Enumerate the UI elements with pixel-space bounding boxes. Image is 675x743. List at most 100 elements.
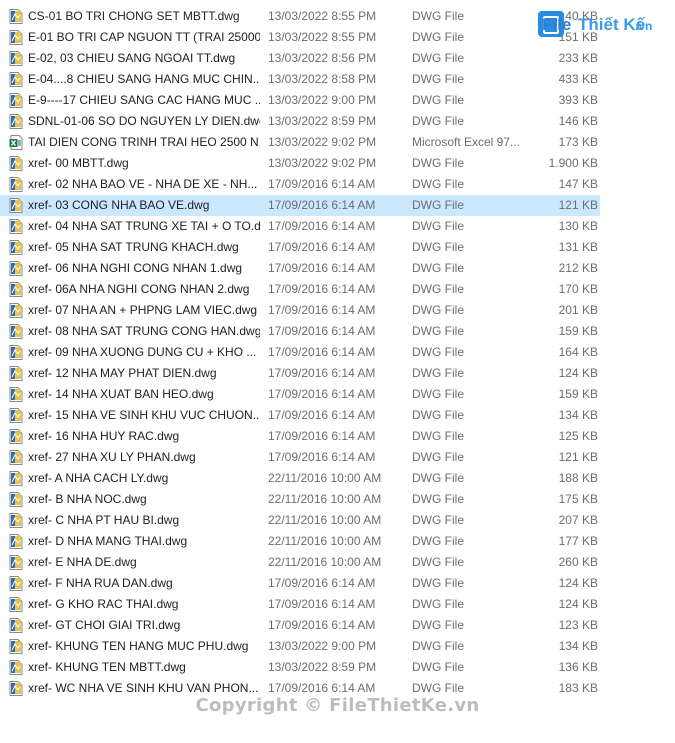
file-name: xref- B NHA NOC.dwg bbox=[28, 492, 147, 506]
file-size: 393 KB bbox=[558, 93, 598, 107]
dwg-file-icon bbox=[9, 660, 23, 675]
file-type: DWG File bbox=[412, 51, 464, 65]
file-size: 134 KB bbox=[558, 408, 598, 422]
file-size: 124 KB bbox=[558, 366, 598, 380]
dwg-file-icon bbox=[9, 429, 23, 444]
file-row[interactable]: xref- G KHO RAC THAI.dwg 17/09/2016 6:14 … bbox=[0, 594, 600, 615]
dwg-file-icon bbox=[9, 93, 23, 108]
file-name: xref- 04 NHA SAT TRUNG XE TAI + O TO.d..… bbox=[28, 219, 260, 233]
file-row[interactable]: xref- 04 NHA SAT TRUNG XE TAI + O TO.d..… bbox=[0, 216, 600, 237]
file-row[interactable]: xref- 08 NHA SAT TRUNG CONG HAN.dwg 17/09… bbox=[0, 321, 600, 342]
file-name: xref- C NHA PT HAU BI.dwg bbox=[28, 513, 180, 527]
file-row[interactable]: xref- 15 NHA VE SINH KHU VUC CHUON... 17/… bbox=[0, 405, 600, 426]
file-date-modified: 17/09/2016 6:14 AM bbox=[268, 597, 376, 611]
dwg-file-icon bbox=[9, 261, 23, 276]
file-size: 124 KB bbox=[558, 576, 598, 590]
dwg-file-icon bbox=[9, 492, 23, 507]
file-row[interactable]: SDNL-01-06 SO DO NGUYEN LY DIEN.dwg 13/03… bbox=[0, 111, 600, 132]
file-row[interactable]: xref- E NHA DE.dwg 22/11/2016 10:00 AM DWG… bbox=[0, 552, 600, 573]
file-row[interactable]: E-01 BO TRI CAP NGUON TT (TRAI 25000)...… bbox=[0, 27, 600, 48]
file-name: xref- 08 NHA SAT TRUNG CONG HAN.dwg bbox=[28, 324, 260, 338]
file-row[interactable]: xref- 05 NHA SAT TRUNG KHACH.dwg 17/09/20… bbox=[0, 237, 600, 258]
file-row[interactable]: xref- 27 NHA XU LY PHAN.dwg 17/09/2016 6:… bbox=[0, 447, 600, 468]
file-name: xref- F NHA RUA DAN.dwg bbox=[28, 576, 173, 590]
file-date-modified: 13/03/2022 9:02 PM bbox=[268, 156, 377, 170]
file-size: 233 KB bbox=[558, 51, 598, 65]
file-row[interactable]: xref- 14 NHA XUAT BAN HEO.dwg 17/09/2016 … bbox=[0, 384, 600, 405]
file-type: DWG File bbox=[412, 471, 464, 485]
file-row[interactable]: xref- KHUNG TEN MBTT.dwg 13/03/2022 8:59 … bbox=[0, 657, 600, 678]
file-row[interactable]: xref- B NHA NOC.dwg 22/11/2016 10:00 AM DW… bbox=[0, 489, 600, 510]
file-row[interactable]: xref- D NHA MANG THAI.dwg 22/11/2016 10:0… bbox=[0, 531, 600, 552]
file-row[interactable]: xref- GT CHOI GIAI TRI.dwg 17/09/2016 6:1… bbox=[0, 615, 600, 636]
file-row[interactable]: xref- 03 CONG NHA BAO VE.dwg 17/09/2016 6… bbox=[0, 195, 600, 216]
dwg-file-icon bbox=[9, 450, 23, 465]
dwg-file-icon bbox=[9, 366, 23, 381]
dwg-file-icon bbox=[9, 408, 23, 423]
file-row[interactable]: xref- F NHA RUA DAN.dwg 17/09/2016 6:14 A… bbox=[0, 573, 600, 594]
file-name: E-04....8 CHIEU SANG HANG MUC CHIN... bbox=[28, 72, 260, 86]
file-type: DWG File bbox=[412, 93, 464, 107]
file-list[interactable]: CS-01 BO TRI CHONG SET MBTT.dwg 13/03/202… bbox=[0, 6, 600, 699]
file-row[interactable]: xref- 06 NHA NGHI CONG NHAN 1.dwg 17/09/2… bbox=[0, 258, 600, 279]
file-row[interactable]: E-04....8 CHIEU SANG HANG MUC CHIN... 13/… bbox=[0, 69, 600, 90]
file-type: DWG File bbox=[412, 639, 464, 653]
dwg-file-icon bbox=[9, 639, 23, 654]
file-date-modified: 13/03/2022 9:00 PM bbox=[268, 639, 377, 653]
file-row[interactable]: xref- 16 NHA HUY RAC.dwg 17/09/2016 6:14 … bbox=[0, 426, 600, 447]
file-name: xref- 06A NHA NGHI CONG NHAN 2.dwg bbox=[28, 282, 250, 296]
file-name: xref- 07 NHA AN + PHPNG LAM VIEC.dwg bbox=[28, 303, 258, 317]
file-name: xref- G KHO RAC THAI.dwg bbox=[28, 597, 179, 611]
file-date-modified: 17/09/2016 6:14 AM bbox=[268, 429, 376, 443]
file-row[interactable]: xref- 07 NHA AN + PHPNG LAM VIEC.dwg 17/0… bbox=[0, 300, 600, 321]
file-type: DWG File bbox=[412, 198, 464, 212]
file-size: 201 KB bbox=[558, 303, 598, 317]
file-name: SDNL-01-06 SO DO NGUYEN LY DIEN.dwg bbox=[28, 114, 260, 128]
dwg-file-icon bbox=[9, 324, 23, 339]
file-row[interactable]: TAI DIEN CONG TRINH TRAI HEO 2500 N... 13… bbox=[0, 132, 600, 153]
file-date-modified: 22/11/2016 10:00 AM bbox=[268, 492, 382, 506]
file-type: DWG File bbox=[412, 576, 464, 590]
file-row[interactable]: E-02, 03 CHIEU SANG NGOAI TT.dwg 13/03/20… bbox=[0, 48, 600, 69]
file-date-modified: 17/09/2016 6:14 AM bbox=[268, 387, 376, 401]
file-size: 146 KB bbox=[558, 114, 598, 128]
file-date-modified: 17/09/2016 6:14 AM bbox=[268, 450, 376, 464]
dwg-file-icon bbox=[9, 240, 23, 255]
logo-file-text: File bbox=[542, 15, 572, 34]
file-row[interactable]: xref- C NHA PT HAU BI.dwg 22/11/2016 10:0… bbox=[0, 510, 600, 531]
file-date-modified: 13/03/2022 8:59 PM bbox=[268, 660, 377, 674]
file-type: DWG File bbox=[412, 261, 464, 275]
file-row[interactable]: CS-01 BO TRI CHONG SET MBTT.dwg 13/03/202… bbox=[0, 6, 600, 27]
file-size: 164 KB bbox=[558, 345, 598, 359]
file-row[interactable]: xref- 06A NHA NGHI CONG NHAN 2.dwg 17/09/… bbox=[0, 279, 600, 300]
file-type: DWG File bbox=[412, 9, 464, 23]
file-row[interactable]: xref- 09 NHA XUONG DUNG CU + KHO ... 17/0… bbox=[0, 342, 600, 363]
file-size: 177 KB bbox=[558, 534, 598, 548]
file-row[interactable]: xref- 12 NHA MAY PHAT DIEN.dwg 17/09/2016… bbox=[0, 363, 600, 384]
file-date-modified: 17/09/2016 6:14 AM bbox=[268, 618, 376, 632]
file-size: 136 KB bbox=[558, 660, 598, 674]
file-size: 121 KB bbox=[558, 450, 598, 464]
file-size: 207 KB bbox=[558, 513, 598, 527]
file-row[interactable]: xref- A NHA CACH LY.dwg 22/11/2016 10:00 … bbox=[0, 468, 600, 489]
dwg-file-icon bbox=[9, 345, 23, 360]
dwg-file-icon bbox=[9, 471, 23, 486]
dwg-file-icon bbox=[9, 597, 23, 612]
file-date-modified: 13/03/2022 9:02 PM bbox=[268, 135, 377, 149]
file-name: E-01 BO TRI CAP NGUON TT (TRAI 25000)...… bbox=[28, 30, 260, 44]
file-size: 124 KB bbox=[558, 597, 598, 611]
dwg-file-icon bbox=[9, 9, 23, 24]
file-row[interactable]: xref- 02 NHA BAO VE - NHA DE XE - NH... 1… bbox=[0, 174, 600, 195]
file-row[interactable]: xref- KHUNG TEN HANG MUC PHU.dwg 13/03/20… bbox=[0, 636, 600, 657]
file-date-modified: 13/03/2022 8:59 PM bbox=[268, 114, 377, 128]
file-row[interactable]: xref- 00 MBTT.dwg 13/03/2022 9:02 PM DWG F… bbox=[0, 153, 600, 174]
file-size: 170 KB bbox=[558, 282, 598, 296]
excel-file-icon bbox=[9, 135, 23, 150]
file-row[interactable]: E-9----17 CHIEU SANG CAC HANG MUC ... 13/… bbox=[0, 90, 600, 111]
file-date-modified: 17/09/2016 6:14 AM bbox=[268, 261, 376, 275]
file-type: DWG File bbox=[412, 555, 464, 569]
file-date-modified: 17/09/2016 6:14 AM bbox=[268, 366, 376, 380]
file-date-modified: 13/03/2022 8:56 PM bbox=[268, 51, 377, 65]
file-type: Microsoft Excel 97... bbox=[412, 135, 521, 149]
file-date-modified: 17/09/2016 6:14 AM bbox=[268, 303, 376, 317]
